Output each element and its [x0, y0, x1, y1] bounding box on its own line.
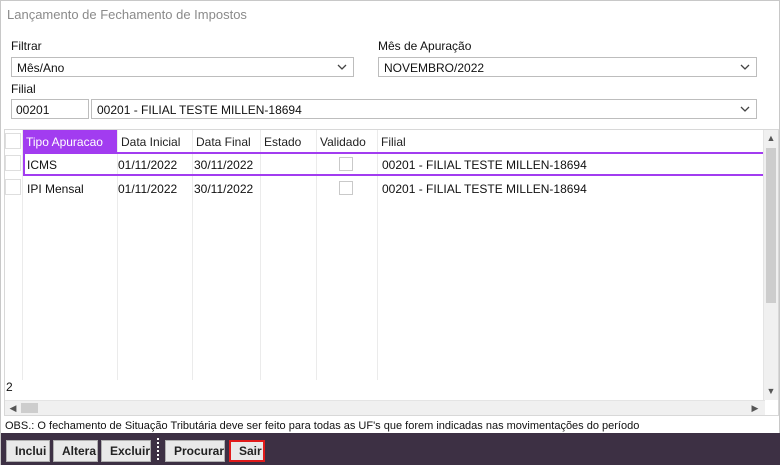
period-label: Mês de Apuração: [378, 39, 472, 53]
column-header-validado[interactable]: Validado: [317, 130, 378, 152]
horizontal-scrollbar[interactable]: ◀ ▶: [5, 400, 765, 415]
tax-grid: Tipo Apuracao Data Inicial Data Final Es…: [4, 129, 779, 416]
column-header-filial[interactable]: Filial: [378, 130, 758, 152]
row-indicator[interactable]: [5, 155, 21, 171]
scroll-down-icon[interactable]: ▼: [765, 385, 777, 397]
cell-tipo: ICMS: [27, 158, 57, 172]
toolbar-grip-icon: [157, 438, 159, 460]
column-header-estado[interactable]: Estado: [261, 130, 317, 152]
scroll-right-icon[interactable]: ▶: [749, 402, 761, 414]
tax-closing-window: Lançamento de Fechamento de Impostos Fil…: [0, 0, 780, 465]
observation-note: OBS.: O fechamento de Situação Tributári…: [5, 420, 640, 432]
branch-label: Filial: [11, 82, 36, 96]
cell-data-inicial: 01/11/2022: [118, 158, 178, 172]
row-indicator[interactable]: [5, 179, 21, 195]
branch-select[interactable]: 00201 - FILIAL TESTE MILLEN-18694: [91, 99, 757, 119]
filter-select-value: Mês/Ano: [17, 61, 65, 75]
cell-estado: [261, 156, 269, 160]
chevron-down-icon: [740, 64, 750, 70]
branch-code-input[interactable]: 00201: [11, 99, 89, 119]
vertical-scrollbar[interactable]: ▲ ▼: [763, 130, 778, 400]
filter-label: Filtrar: [11, 39, 42, 53]
branch-select-value: 00201 - FILIAL TESTE MILLEN-18694: [97, 103, 302, 117]
column-header-data-final[interactable]: Data Final: [193, 130, 261, 152]
cell-filial: 00201 - FILIAL TESTE MILLEN-18694: [382, 158, 587, 172]
filter-select[interactable]: Mês/Ano: [11, 57, 354, 77]
cell-tipo: IPI Mensal: [27, 182, 84, 196]
scroll-up-icon[interactable]: ▲: [765, 132, 777, 144]
bottom-toolbar: Inclui Altera Excluir Procurar Sair: [1, 433, 780, 465]
period-select-value: NOVEMBRO/2022: [384, 61, 485, 75]
chevron-down-icon: [740, 106, 750, 112]
edit-button[interactable]: Altera: [53, 440, 98, 462]
header-row-indicator: [5, 133, 21, 149]
chevron-down-icon: [337, 64, 347, 70]
record-count: 2: [6, 380, 13, 394]
validated-checkbox[interactable]: [339, 157, 353, 171]
column-header-tipo[interactable]: Tipo Apuracao: [23, 130, 118, 152]
period-select[interactable]: NOVEMBRO/2022: [378, 57, 757, 77]
delete-button[interactable]: Excluir: [101, 440, 151, 462]
window-title: Lançamento de Fechamento de Impostos: [7, 7, 247, 22]
column-header-data-inicial[interactable]: Data Inicial: [118, 130, 193, 152]
cell-data-final: 30/11/2022: [194, 158, 254, 172]
cell-data-inicial: 01/11/2022: [118, 182, 178, 196]
vertical-scroll-thumb[interactable]: [766, 148, 776, 303]
scroll-left-icon[interactable]: ◀: [7, 402, 19, 414]
cell-data-final: 30/11/2022: [194, 182, 254, 196]
exit-button[interactable]: Sair: [229, 440, 265, 462]
cell-filial: 00201 - FILIAL TESTE MILLEN-18694: [382, 182, 587, 196]
search-button[interactable]: Procurar: [165, 440, 225, 462]
horizontal-scroll-thumb[interactable]: [21, 403, 38, 413]
include-button[interactable]: Inclui: [6, 440, 50, 462]
validated-checkbox[interactable]: [339, 181, 353, 195]
cell-estado: [261, 180, 269, 184]
